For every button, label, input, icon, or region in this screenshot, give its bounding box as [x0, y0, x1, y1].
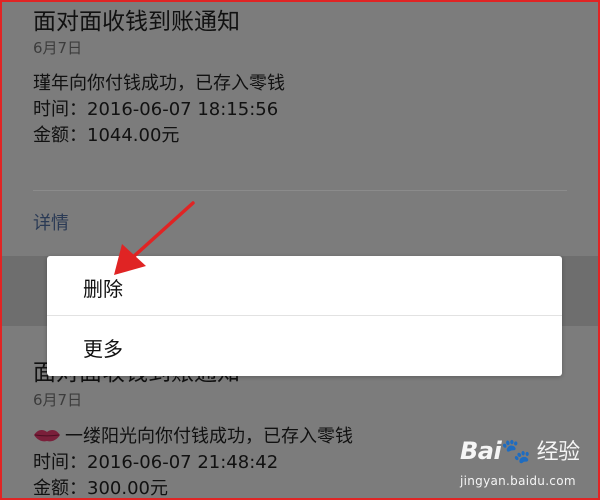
watermark-url: jingyan.baidu.com	[460, 474, 576, 488]
payment-message: 瑾年向你付钱成功，已存入零钱	[33, 73, 285, 94]
paw-icon: 🐾	[501, 437, 531, 465]
payment-amount: 金额：1044.00元	[33, 125, 180, 146]
notification-date: 6月7日	[33, 391, 83, 409]
context-menu: 删除 更多	[47, 256, 562, 376]
card-divider	[33, 190, 567, 191]
watermark-product: 经验	[536, 440, 581, 465]
delete-label: 删除	[83, 277, 123, 301]
delete-menu-item[interactable]: 删除	[47, 256, 562, 316]
baidu-jingyan-watermark: Bai🐾 经验 jingyan.baidu.com	[458, 432, 598, 498]
payment-time: 时间：2016-06-07 21:48:42	[33, 452, 279, 473]
payment-message: 一缕阳光向你付钱成功，已存入零钱	[33, 422, 353, 448]
watermark-logo: Bai🐾 经验	[460, 434, 580, 466]
details-link[interactable]: 详情	[33, 209, 69, 235]
notification-card: 面对面收钱到账通知 6月7日 瑾年向你付钱成功，已存入零钱 时间：2016-06…	[0, 0, 600, 256]
watermark-brand: Bai	[460, 437, 502, 465]
payment-amount: 金额：300.00元	[33, 478, 168, 499]
payment-time: 时间：2016-06-07 18:15:56	[33, 99, 279, 120]
notification-date: 6月7日	[33, 39, 83, 57]
screenshot-frame: 面对面收钱到账通知 6月7日 瑾年向你付钱成功，已存入零钱 时间：2016-06…	[0, 0, 600, 500]
more-label: 更多	[83, 337, 123, 361]
payment-message-text: 一缕阳光向你付钱成功，已存入零钱	[65, 426, 353, 447]
notification-title: 面对面收钱到账通知	[33, 9, 240, 35]
more-menu-item[interactable]: 更多	[47, 316, 562, 376]
lips-icon	[34, 430, 60, 442]
